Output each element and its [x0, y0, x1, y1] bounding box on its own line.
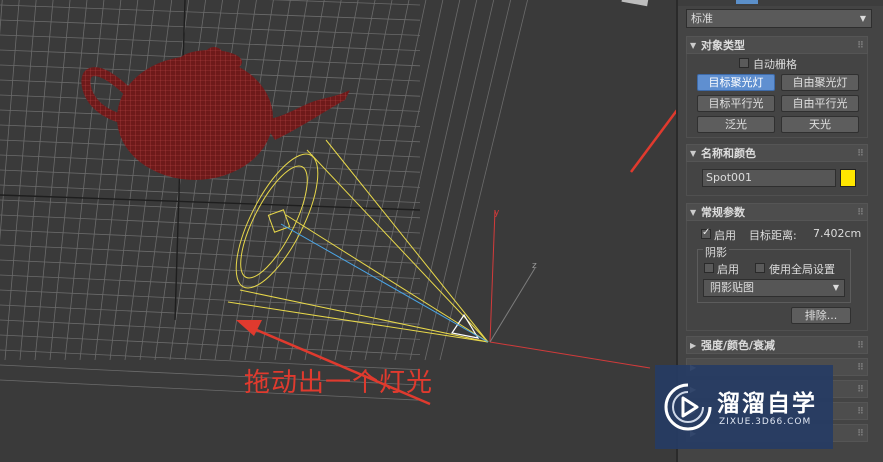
chevron-down-icon: ▼	[832, 283, 839, 292]
rollout-object-type[interactable]: ▼ 对象类型 ⠿	[686, 36, 868, 54]
chevron-down-icon: ▼	[859, 14, 866, 23]
logo-url: ZIXUE.3D66.COM	[719, 417, 812, 427]
target-direct-button[interactable]: 目标平行光	[697, 95, 775, 112]
expand-icon: ▶	[690, 341, 697, 350]
free-direct-button[interactable]: 自由平行光	[781, 95, 859, 112]
drag-handle-icon[interactable]: ⠿	[857, 359, 864, 377]
shadow-type-value: 阴影贴图	[710, 281, 754, 294]
grid-line	[379, 0, 461, 361]
skylight-button[interactable]: 天光	[781, 116, 859, 133]
autogrid-label: 自动栅格	[753, 58, 797, 71]
global-settings-checkbox[interactable]	[755, 263, 765, 273]
autogrid-checkbox[interactable]	[739, 58, 749, 68]
grid	[0, 0, 528, 401]
grid-line	[49, 0, 88, 361]
grid-line	[424, 0, 512, 361]
grid-line	[0, 319, 421, 340]
grid-line	[0, 229, 421, 249]
category-dropdown-value: 标准	[691, 12, 713, 25]
drag-handle-icon[interactable]: ⠿	[857, 37, 864, 55]
light-enable-label: 启用	[714, 229, 736, 242]
shadow-enable-label: 启用	[717, 263, 739, 276]
play-logo-icon	[664, 383, 712, 431]
name-color-body: Spot001	[686, 162, 868, 196]
grid-line	[274, 0, 342, 361]
drag-handle-icon[interactable]: ⠿	[857, 425, 864, 443]
rollout-general-params[interactable]: ▼ 常规参数 ⠿	[686, 203, 868, 221]
rollout-title: 对象类型	[701, 39, 745, 52]
grid-line	[394, 0, 478, 361]
panel-top-strip	[678, 0, 883, 6]
rollout-title: 常规参数	[701, 206, 745, 219]
object-type-body: 自动栅格 目标聚光灯 自由聚光灯 目标平行光 自由平行光 泛光 天光	[686, 54, 868, 138]
rollout-title: 名称和颜色	[701, 147, 756, 160]
category-dropdown[interactable]: 标准 ▼	[686, 9, 872, 28]
rollout-title: 强度/颜色/衰减	[701, 339, 776, 352]
grid-line	[0, 334, 421, 355]
create-tab[interactable]	[736, 0, 758, 4]
grid-line	[364, 0, 444, 361]
shadow-type-select[interactable]: 阴影贴图 ▼	[703, 279, 845, 297]
watermark-logo: 溜溜自学 ZIXUE.3D66.COM	[655, 365, 833, 449]
axis-gizmo: z y	[489, 208, 651, 369]
grid-line	[0, 259, 421, 279]
grid-line	[0, 184, 421, 203]
exclude-button[interactable]: 排除...	[791, 307, 851, 324]
collapse-icon: ▼	[690, 149, 697, 158]
light-enable-checkbox[interactable]	[701, 227, 711, 239]
color-swatch[interactable]	[840, 169, 856, 187]
grid-line	[0, 274, 421, 295]
collapse-icon: ▼	[690, 41, 697, 50]
drag-handle-icon[interactable]: ⠿	[857, 381, 864, 399]
drag-handle-icon[interactable]: ⠿	[857, 403, 864, 421]
drag-handle-icon[interactable]: ⠿	[857, 337, 864, 355]
global-settings-label: 使用全局设置	[769, 263, 835, 276]
collapse-icon: ▼	[690, 208, 697, 217]
viewport-perspective[interactable]: z y 拖动出一个灯光	[0, 0, 676, 462]
grid-line	[34, 0, 71, 361]
grid-line	[0, 289, 421, 310]
target-distance-value: 7.402cm	[813, 227, 862, 240]
annotation-text: 拖动出一个灯光	[244, 368, 434, 398]
general-params-body: 启用 目标距离: 7.402cm 阴影 启用 使用全局设置 阴影贴图 ▼ 排除.…	[686, 221, 868, 331]
drag-handle-icon[interactable]: ⠿	[857, 145, 864, 163]
rollout-intensity[interactable]: ▶ 强度/颜色/衰减 ⠿	[686, 336, 868, 354]
pointer-arrow-icon	[629, 109, 676, 173]
omni-button[interactable]: 泛光	[697, 116, 775, 133]
target-distance-label: 目标距离:	[749, 229, 797, 242]
rollout-name-color[interactable]: ▼ 名称和颜色 ⠿	[686, 144, 868, 162]
logo-name: 溜溜自学	[717, 391, 817, 417]
grid-line	[0, 19, 421, 36]
drag-handle-icon[interactable]: ⠿	[857, 204, 864, 222]
grid-line	[0, 0, 3, 35]
free-spot-button[interactable]: 自由聚光灯	[781, 74, 859, 91]
svg-text:y: y	[494, 208, 500, 218]
shadows-label: 阴影	[703, 244, 729, 260]
viewcube-icon	[621, 0, 649, 7]
shadow-enable-checkbox[interactable]	[704, 263, 714, 273]
object-name-field[interactable]: Spot001	[702, 169, 836, 187]
svg-text:z: z	[532, 261, 537, 271]
target-spot-button[interactable]: 目标聚光灯	[697, 74, 775, 91]
